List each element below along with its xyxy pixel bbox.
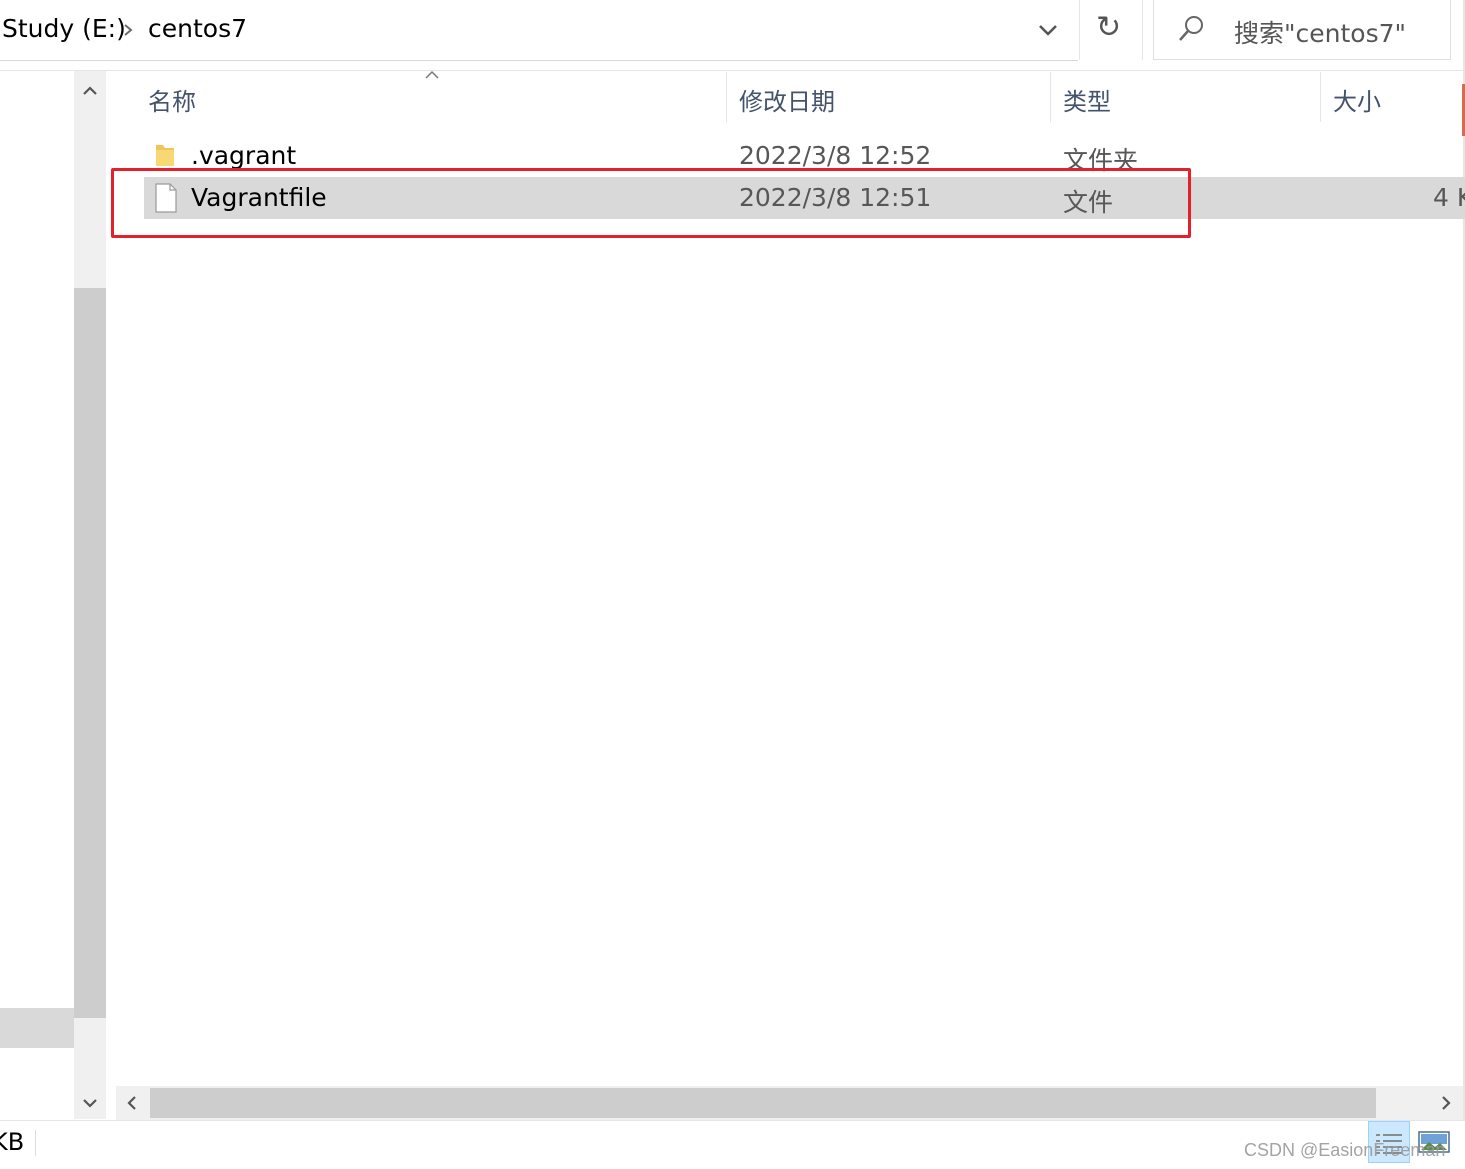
navigation-selected-item[interactable] [0, 1008, 74, 1048]
column-divider[interactable] [1320, 72, 1321, 122]
scroll-left-icon[interactable] [116, 1086, 148, 1120]
scroll-down-icon[interactable] [74, 1086, 106, 1120]
column-header-modified[interactable]: 修改日期 [739, 82, 835, 117]
search-placeholder: 搜索"centos7" [1234, 19, 1406, 48]
status-divider [35, 1130, 36, 1156]
navigation-scrollbar-thumb[interactable] [74, 288, 106, 1018]
toolbar-divider [0, 70, 1465, 71]
breadcrumb-folder[interactable]: centos7 [148, 14, 247, 43]
horizontal-scrollbar-thumb[interactable] [150, 1088, 1376, 1118]
folder-icon [156, 145, 174, 166]
column-divider[interactable] [726, 72, 727, 122]
column-header-size[interactable]: 大小 [1333, 82, 1381, 117]
column-header-name[interactable]: 名称 [148, 82, 196, 117]
column-divider[interactable] [1050, 72, 1051, 122]
refresh-icon: ↻ [1096, 10, 1122, 45]
address-bar[interactable]: Study (E:) centos7 [0, 0, 1078, 61]
scroll-up-icon[interactable] [74, 74, 106, 108]
chevron-right-icon[interactable] [120, 18, 136, 42]
refresh-button[interactable]: ↻ [1079, 0, 1143, 60]
column-header-type[interactable]: 类型 [1063, 82, 1111, 117]
chevron-down-icon[interactable] [1030, 14, 1066, 46]
scroll-right-icon[interactable] [1430, 1086, 1462, 1120]
watermark-text: CSDN @EasionFreeman [1244, 1140, 1446, 1160]
file-size: 4 K [1433, 183, 1465, 212]
file-name: .vagrant [191, 141, 297, 170]
search-input[interactable]: 搜索"centos7" [1153, 0, 1451, 60]
annotation-highlight-box [111, 168, 1191, 238]
breadcrumb-drive[interactable]: Study (E:) [2, 14, 126, 43]
search-icon [1179, 16, 1203, 41]
file-modified: 2022/3/8 12:52 [739, 141, 932, 170]
navigation-pane[interactable] [0, 71, 74, 1119]
sort-ascending-icon [425, 70, 439, 79]
status-text: KB [0, 1128, 25, 1156]
